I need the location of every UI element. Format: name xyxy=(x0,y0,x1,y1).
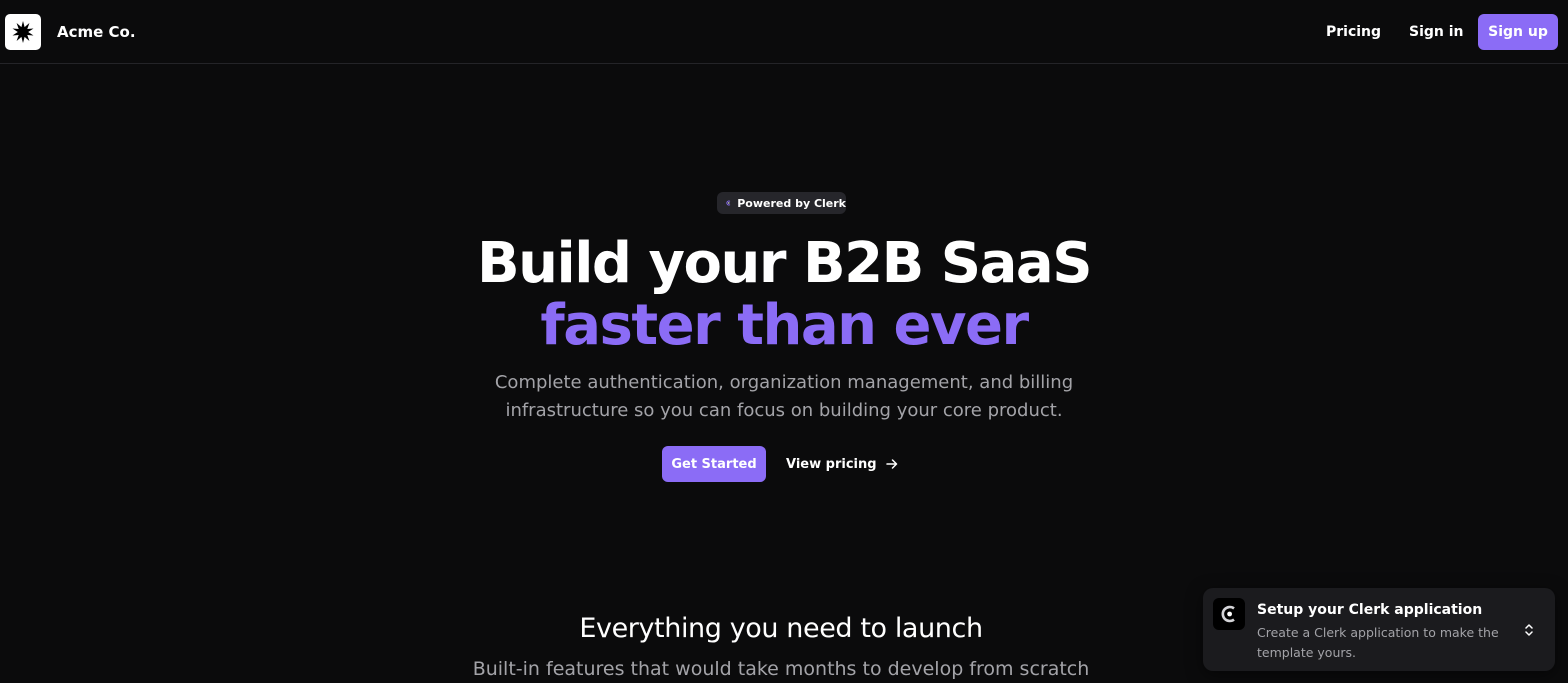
starburst-icon xyxy=(12,21,34,43)
get-started-button[interactable]: Get Started xyxy=(662,446,766,482)
powered-by-badge[interactable]: Powered by Clerk xyxy=(717,192,846,214)
nav-signin-link[interactable]: Sign in xyxy=(1409,22,1464,42)
brand-name[interactable]: Acme Co. xyxy=(57,22,136,42)
badge-label: Powered by Clerk xyxy=(737,196,846,210)
toast-title: Setup your Clerk application xyxy=(1257,602,1483,618)
hero-subtitle: Complete authentication, organization ma… xyxy=(494,372,1074,421)
chevron-up-down-icon xyxy=(1525,624,1533,636)
site-header: Acme Co. Pricing Sign in Sign up xyxy=(0,0,1568,64)
arrow-right-icon xyxy=(885,459,897,469)
brand-logo[interactable] xyxy=(5,14,41,50)
hero-title: Build your B2B SaaS xyxy=(476,231,1093,296)
toast-logo xyxy=(1213,598,1245,630)
clerk-logo-icon xyxy=(1221,605,1235,623)
toast-description: Create a Clerk application to make the t… xyxy=(1257,625,1499,660)
hero-title-accent: faster than ever xyxy=(540,293,1029,358)
clerk-logo-icon xyxy=(726,200,731,206)
toast-toggle-button[interactable] xyxy=(1519,621,1539,639)
view-pricing-link[interactable]: View pricing xyxy=(786,446,899,482)
nav-pricing-link[interactable]: Pricing xyxy=(1326,22,1381,42)
view-pricing-label: View pricing xyxy=(786,456,877,472)
setup-toast[interactable]: Setup your Clerk application Create a Cl… xyxy=(1203,588,1555,671)
signup-button[interactable]: Sign up xyxy=(1478,14,1558,50)
